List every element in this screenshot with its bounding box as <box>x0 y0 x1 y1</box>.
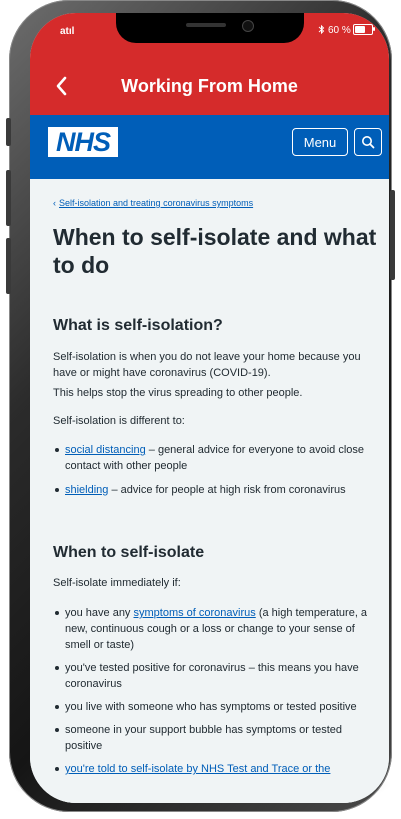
speaker-grille <box>186 23 226 27</box>
notch <box>116 13 304 43</box>
list-item: someone in your support bubble has sympt… <box>53 722 379 754</box>
list-item-text: you live with someone who has symptoms o… <box>65 701 357 713</box>
nhs-logo[interactable]: NHS <box>48 127 118 157</box>
section-heading-when: When to self-isolate <box>53 544 205 561</box>
app-bar: Working From Home <box>30 45 389 115</box>
signal-indicator: atıl <box>60 26 75 37</box>
breadcrumb-link[interactable]: Self-isolation and treating coronavirus … <box>59 198 253 208</box>
paragraph-immediately: Self-isolate immediately if: <box>53 577 181 589</box>
app-title: Working From Home <box>121 76 298 96</box>
phone-screen: atıl 60 % Working From Home NHS Menu ‹ Se… <box>30 13 389 803</box>
power-button <box>390 190 395 280</box>
paragraph-different: Self-isolation is different to: <box>53 415 185 427</box>
list-item: social distancing – general advice for e… <box>53 442 379 474</box>
list-item: you have any symptoms of coronavirus (a … <box>53 605 379 653</box>
section-heading-what-is: What is self-isolation? <box>53 317 223 334</box>
test-and-trace-link[interactable]: you're told to self-isolate by NHS Test … <box>65 763 330 775</box>
page-title: When to self-isolate and what to do <box>53 224 377 278</box>
breadcrumb-chevron-icon: ‹ <box>53 198 56 208</box>
action-button <box>6 118 11 146</box>
list-item: shielding – advice for people at high ri… <box>53 482 379 498</box>
paragraph-definition: Self-isolation is when you do not leave … <box>53 351 361 379</box>
breadcrumb[interactable]: ‹ Self-isolation and treating coronavirus… <box>53 198 253 208</box>
battery-icon <box>353 24 375 35</box>
difference-list: social distancing – general advice for e… <box>53 442 379 498</box>
social-distancing-link[interactable]: social distancing <box>65 444 146 456</box>
battery-level <box>355 26 365 33</box>
volume-down-button <box>6 238 11 294</box>
isolate-conditions-list: you have any symptoms of coronavirus (a … <box>53 605 379 777</box>
scroll-fade <box>30 785 389 803</box>
list-item: you've tested positive for coronavirus –… <box>53 660 379 692</box>
volume-up-button <box>6 170 11 226</box>
paragraph-purpose: This helps stop the virus spreading to o… <box>53 387 303 399</box>
symptoms-link[interactable]: symptoms of coronavirus <box>134 607 256 619</box>
phone-frame: atıl 60 % Working From Home NHS Menu ‹ Se… <box>6 0 395 812</box>
search-button[interactable] <box>354 128 382 156</box>
front-camera <box>242 20 254 32</box>
list-item-text: you have any <box>65 607 134 619</box>
bluetooth-icon <box>318 24 325 38</box>
shielding-link[interactable]: shielding <box>65 484 108 496</box>
list-item-text: you've tested positive for coronavirus –… <box>65 662 359 690</box>
battery-percentage: 60 % <box>328 25 351 36</box>
menu-button[interactable]: Menu <box>292 128 348 156</box>
list-item: you live with someone who has symptoms o… <box>53 699 379 715</box>
article-content: ‹ Self-isolation and treating coronavirus… <box>30 179 389 803</box>
list-item-text: – advice for people at high risk from co… <box>108 484 346 496</box>
list-item: you're told to self-isolate by NHS Test … <box>53 761 379 777</box>
search-icon <box>362 136 375 149</box>
nhs-header: NHS Menu <box>30 115 389 179</box>
list-item-text: someone in your support bubble has sympt… <box>65 724 342 752</box>
